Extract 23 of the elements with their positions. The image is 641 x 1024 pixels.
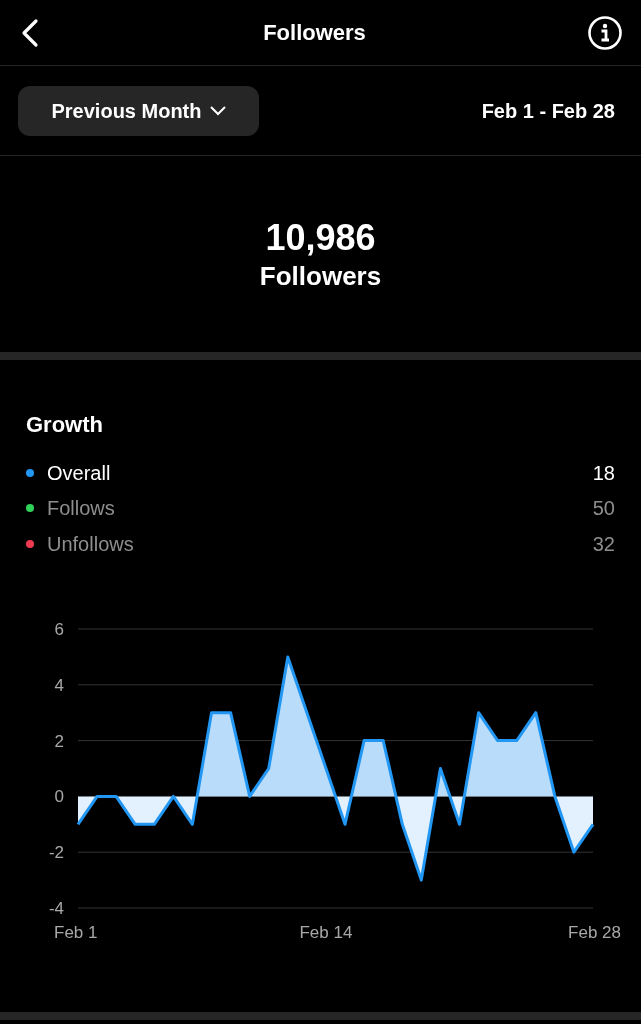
y-axis-label: 4 [54, 675, 64, 695]
date-range-text: Feb 1 - Feb 28 [481, 98, 615, 124]
follower-count: 10,986 [265, 216, 376, 261]
y-axis-label: -4 [48, 898, 64, 918]
legend-label[interactable]: Follows [47, 493, 115, 524]
date-range-dropdown[interactable]: Previous Month [18, 85, 259, 136]
legend-label[interactable]: Overall [47, 457, 111, 488]
legend-value: 32 [592, 531, 615, 557]
page-title: Followers [263, 19, 366, 47]
x-axis-label: Feb 28 [568, 922, 621, 942]
y-axis-label: 2 [54, 731, 64, 751]
follower-label: Followers [259, 260, 382, 293]
y-axis-label: 0 [54, 786, 64, 806]
x-axis-label: Feb 1 [54, 922, 98, 942]
x-axis-label: Feb 14 [299, 922, 353, 942]
legend-value: 18 [592, 460, 615, 486]
y-axis-label: 6 [54, 619, 64, 639]
section-title: Growth [26, 411, 104, 439]
legend-value: 50 [592, 496, 615, 522]
info-icon[interactable] [587, 14, 623, 51]
chevron-down-icon [209, 105, 226, 116]
legend-label[interactable]: Unfollows [47, 528, 134, 559]
y-axis-label: -2 [48, 842, 64, 862]
